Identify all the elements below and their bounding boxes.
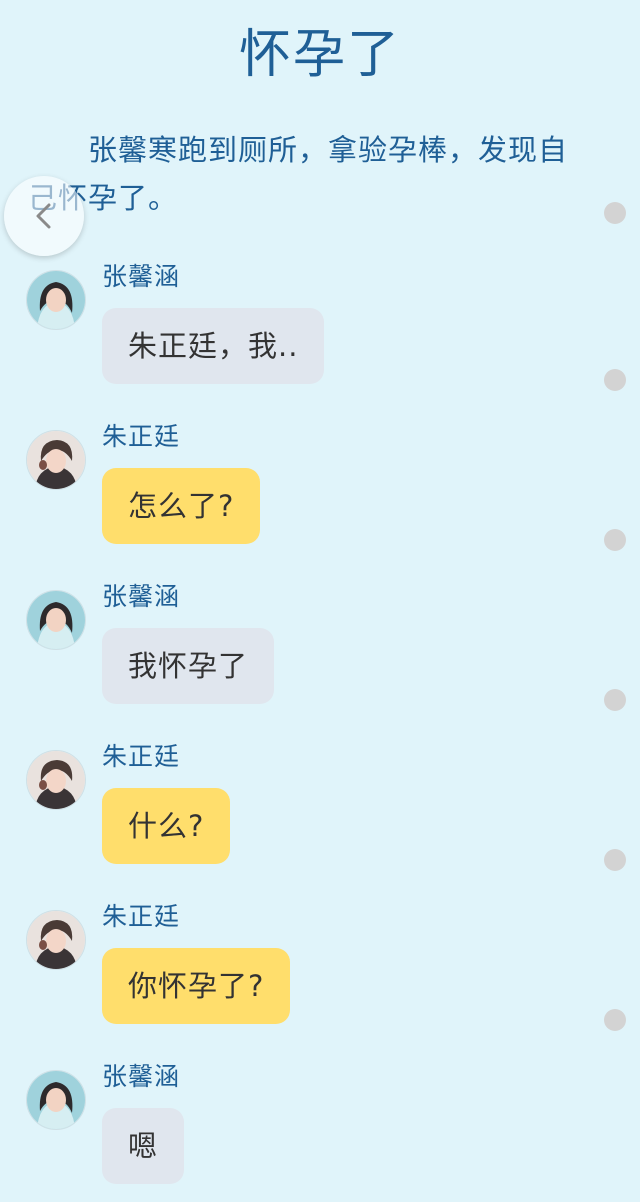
message-bubble[interactable]: 怎么了? bbox=[102, 468, 261, 544]
scroll-dot bbox=[604, 689, 626, 711]
message-bubble[interactable]: 我怀孕了 bbox=[102, 628, 275, 704]
avatar-zhu[interactable] bbox=[26, 750, 86, 810]
avatar-zhang[interactable] bbox=[26, 590, 86, 650]
avatar-zhu[interactable] bbox=[26, 910, 86, 970]
narration-text: 张馨寒跑到厕所，拿验孕棒，发现自己怀孕了。 bbox=[28, 133, 569, 215]
message-bubble[interactable]: 什么? bbox=[102, 788, 231, 864]
chat-message: 朱正廷 什么? bbox=[26, 742, 606, 882]
chevron-left-icon bbox=[36, 203, 51, 229]
sender-name: 朱正廷 bbox=[102, 422, 181, 451]
scroll-dot bbox=[604, 849, 626, 871]
sender-name: 张馨涵 bbox=[102, 262, 181, 291]
back-button[interactable] bbox=[4, 176, 84, 256]
scroll-dot bbox=[604, 369, 626, 391]
sender-name: 朱正廷 bbox=[102, 742, 181, 771]
message-bubble[interactable]: 朱正廷，我.. bbox=[102, 308, 325, 384]
scroll-dot bbox=[604, 202, 626, 224]
chat-message: 张馨涵 我怀孕了 bbox=[26, 582, 606, 722]
chat-message: 张馨涵 朱正廷，我.. bbox=[26, 262, 606, 402]
message-bubble[interactable]: 你怀孕了? bbox=[102, 948, 291, 1024]
chat-message: 张馨涵 嗯 bbox=[26, 1062, 606, 1202]
message-bubble[interactable]: 嗯 bbox=[102, 1108, 185, 1184]
sender-name: 张馨涵 bbox=[102, 582, 181, 611]
avatar-zhu[interactable] bbox=[26, 430, 86, 490]
avatar-zhang[interactable] bbox=[26, 270, 86, 330]
scroll-dot bbox=[604, 1009, 626, 1031]
avatar-zhang[interactable] bbox=[26, 1070, 86, 1130]
chat-message: 朱正廷 你怀孕了? bbox=[26, 902, 606, 1042]
sender-name: 张馨涵 bbox=[102, 1062, 181, 1091]
sender-name: 朱正廷 bbox=[102, 902, 181, 931]
chapter-title: 怀孕了 bbox=[238, 25, 401, 85]
chat-message: 朱正廷 怎么了? bbox=[26, 422, 606, 562]
scroll-dot bbox=[604, 529, 626, 551]
